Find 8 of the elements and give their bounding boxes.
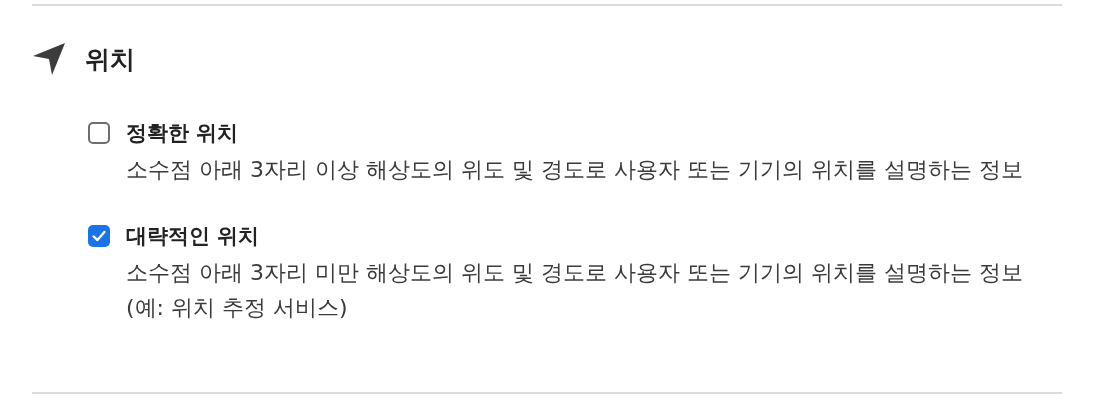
checkbox[interactable] xyxy=(88,225,110,247)
option-description: 소수점 아래 3자리 미만 해상도의 위도 및 경도로 사용자 또는 기기의 위치를 설명하는 정보 (예: 위치 추정 서비스) xyxy=(126,259,1024,322)
section-title: 위치 xyxy=(85,43,135,76)
option-description: 소수점 아래 3자리 이상 해상도의 위도 및 경도로 사용자 또는 기기의 위치를 설명하는 정보 xyxy=(126,156,1024,184)
option-label: 정확한 위치 xyxy=(126,120,240,146)
checkbox[interactable] xyxy=(88,122,110,144)
option-label: 대략적인 위치 xyxy=(126,223,261,249)
location-arrow-icon xyxy=(32,42,66,76)
